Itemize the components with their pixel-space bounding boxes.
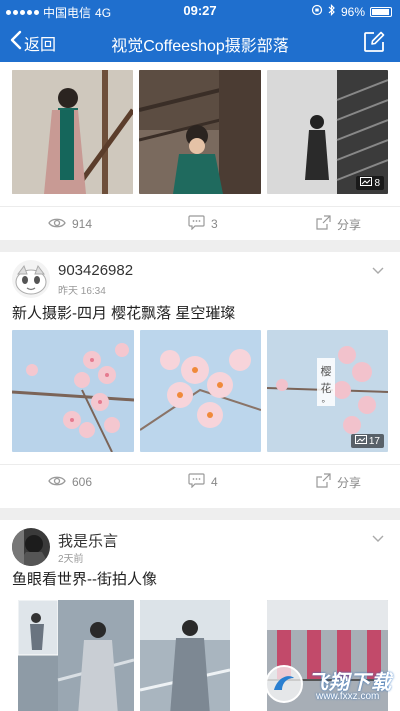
photo-thumbnail[interactable] bbox=[12, 330, 134, 452]
photo-thumbnail[interactable] bbox=[140, 330, 261, 452]
more-button[interactable] bbox=[372, 262, 384, 280]
status-bar: 中国电信 4G 09:27 96% bbox=[0, 0, 400, 22]
watermark: 飞翔下载 www.fxxz.com bbox=[264, 664, 394, 706]
share-button[interactable]: 分享 bbox=[316, 465, 361, 499]
share-button[interactable]: 分享 bbox=[316, 207, 361, 241]
view-count: 914 bbox=[48, 207, 92, 241]
post-title[interactable]: 新人摄影-四月 樱花飘落 星空璀璨 bbox=[12, 302, 235, 323]
eye-icon bbox=[48, 475, 66, 490]
photo-thumbnail[interactable]: 8 bbox=[267, 70, 388, 194]
photo-count: 8 bbox=[374, 177, 380, 189]
images-icon bbox=[360, 177, 373, 189]
battery-percent: 96% bbox=[340, 4, 365, 19]
eye-icon bbox=[48, 217, 66, 232]
avatar[interactable] bbox=[12, 528, 50, 566]
view-count-value: 606 bbox=[72, 475, 93, 489]
username[interactable]: 我是乐言 bbox=[58, 530, 118, 551]
bluetooth-icon bbox=[328, 4, 336, 19]
divider bbox=[0, 508, 400, 520]
compose-icon bbox=[362, 31, 386, 58]
avatar[interactable] bbox=[12, 260, 50, 298]
photo-thumbnail[interactable] bbox=[140, 600, 230, 711]
status-right: 96% bbox=[311, 4, 392, 19]
post-actions: 606 4 分享 bbox=[0, 464, 400, 498]
post-title[interactable]: 鱼眼看世界--街拍人像 bbox=[12, 568, 157, 589]
post-header: 903426982 昨天 16:34 bbox=[0, 252, 400, 302]
photo-thumbnail[interactable] bbox=[18, 600, 134, 711]
photo-count-badge: 17 bbox=[350, 434, 384, 448]
page-title: 视觉Coffeeshop摄影部落 bbox=[111, 38, 289, 55]
post-card[interactable]: 8 914 3 分享 bbox=[0, 62, 400, 240]
comment-count: 3 bbox=[211, 217, 218, 231]
photo-count-badge: 8 bbox=[356, 176, 384, 190]
post-card[interactable]: 903426982 昨天 16:34 新人摄影-四月 樱花飘落 星空璀璨 樱 花… bbox=[0, 252, 400, 508]
photo-grid[interactable]: 樱 花 。 17 bbox=[0, 330, 400, 454]
photo-thumbnail[interactable] bbox=[139, 70, 261, 194]
photo-overlay-text-2: 花 bbox=[321, 382, 332, 395]
feed: 8 914 3 分享 903426982 昨天 16:34 新人摄影-四月 樱花… bbox=[0, 62, 400, 711]
view-count: 606 bbox=[48, 465, 92, 499]
comment-icon bbox=[188, 473, 205, 491]
share-icon bbox=[316, 215, 331, 233]
post-time: 昨天 16:34 bbox=[58, 286, 106, 297]
compose-button[interactable] bbox=[362, 30, 386, 59]
images-icon bbox=[354, 435, 367, 447]
orientation-lock-icon bbox=[311, 4, 323, 19]
comment-icon bbox=[188, 215, 205, 233]
photo-count: 17 bbox=[368, 435, 380, 447]
battery-icon bbox=[370, 6, 392, 17]
divider bbox=[0, 240, 400, 252]
watermark-url: www.fxxz.com bbox=[316, 691, 380, 702]
comment-count: 4 bbox=[211, 475, 218, 489]
chevron-down-icon bbox=[372, 262, 384, 279]
share-label: 分享 bbox=[337, 475, 362, 490]
username[interactable]: 903426982 bbox=[58, 262, 133, 279]
post-time: 2天前 bbox=[58, 554, 84, 565]
view-count-value: 914 bbox=[72, 217, 93, 231]
watermark-logo-icon bbox=[265, 665, 303, 703]
more-button[interactable] bbox=[372, 530, 384, 548]
comment-button[interactable]: 4 bbox=[188, 465, 218, 499]
photo-grid[interactable]: 8 bbox=[0, 62, 400, 206]
share-icon bbox=[316, 473, 331, 491]
chevron-down-icon bbox=[372, 530, 384, 547]
comment-button[interactable]: 3 bbox=[188, 207, 218, 241]
post-actions: 914 3 分享 bbox=[0, 206, 400, 240]
post-header: 我是乐言 2天前 bbox=[0, 520, 400, 570]
photo-overlay-text-3: 。 bbox=[321, 395, 330, 405]
share-label: 分享 bbox=[337, 217, 362, 232]
nav-bar: 返回 视觉Coffeeshop摄影部落 bbox=[0, 22, 400, 62]
photo-overlay-text-1: 樱 bbox=[321, 365, 332, 378]
photo-thumbnail[interactable]: 樱 花 。 17 bbox=[267, 330, 388, 452]
photo-thumbnail[interactable] bbox=[12, 70, 133, 194]
